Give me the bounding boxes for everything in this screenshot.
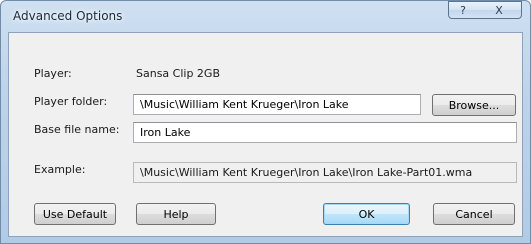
base-file-name-label: Base file name: (34, 123, 120, 136)
use-default-button[interactable]: Use Default (34, 203, 116, 225)
player-folder-input[interactable]: \Music\William Kent Krueger\Iron Lake (133, 94, 421, 115)
browse-button[interactable]: Browse... (432, 94, 516, 116)
help-button[interactable]: Help (136, 203, 216, 225)
advanced-options-dialog: Advanced Options ? X Player: Sansa Clip … (0, 0, 531, 244)
base-file-name-input[interactable]: Iron Lake (133, 122, 517, 143)
title-bar[interactable]: Advanced Options ? X (1, 1, 530, 31)
help-icon[interactable]: ? (448, 1, 478, 19)
example-label: Example: (34, 163, 86, 176)
dialog-content: Player: Sansa Clip 2GB Player folder: \M… (8, 32, 523, 237)
ok-button[interactable]: OK (323, 203, 410, 225)
cancel-button[interactable]: Cancel (433, 203, 515, 225)
player-label: Player: (34, 67, 72, 80)
player-folder-label: Player folder: (34, 95, 108, 108)
dialog-title: Advanced Options (13, 9, 123, 23)
player-value: Sansa Clip 2GB (136, 67, 221, 80)
example-value: \Music\William Kent Krueger\Iron Lake\Ir… (133, 162, 517, 183)
close-icon[interactable]: X (477, 1, 522, 19)
